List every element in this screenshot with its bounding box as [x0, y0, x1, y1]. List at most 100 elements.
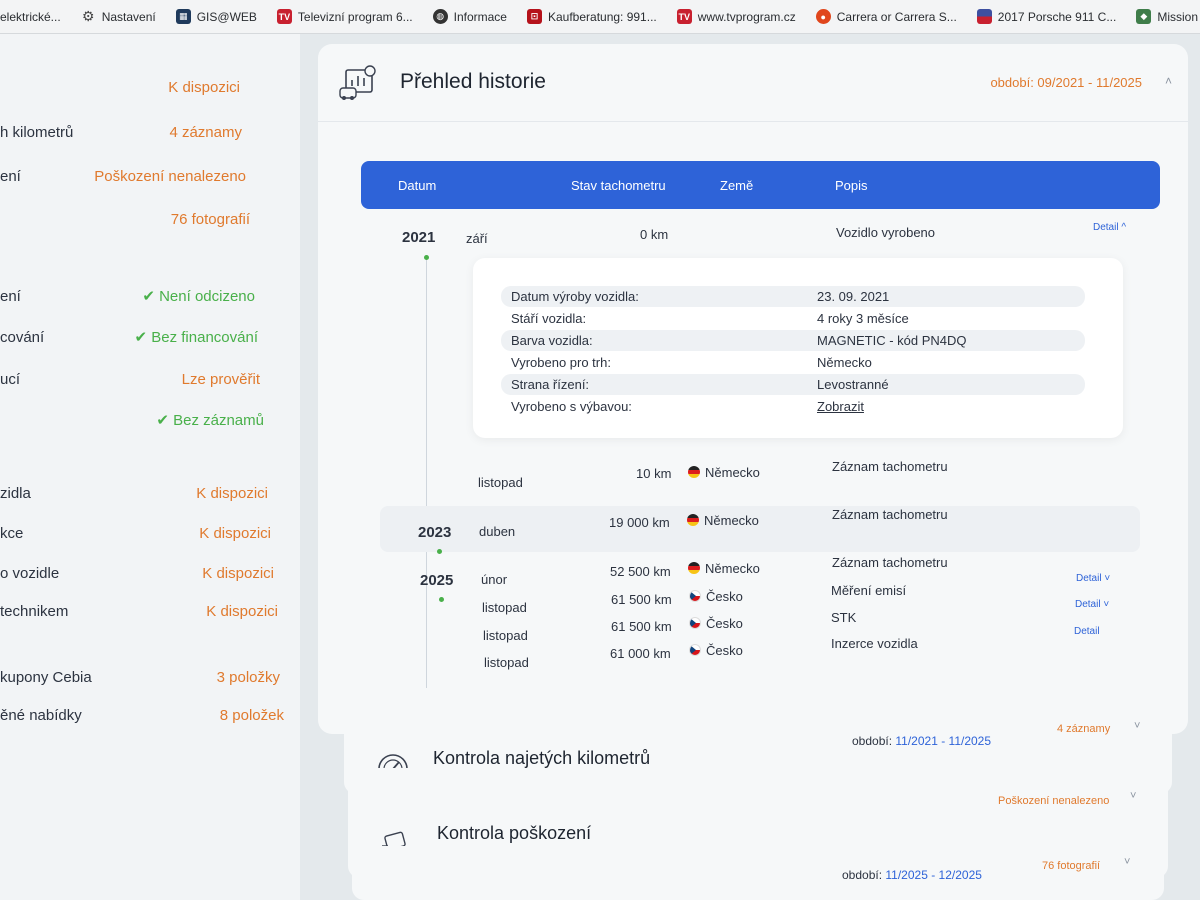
history-table-header: Datum Stav tachometru Země Popis: [361, 161, 1160, 209]
entry-year: 2025: [420, 572, 454, 589]
bookmark-label: Carrera or Carrera S...: [836, 9, 957, 24]
entry-country: Německo: [688, 465, 760, 480]
summary-row[interactable]: ucí Lze prověřit: [0, 366, 300, 392]
summary-row[interactable]: zidla K dispozici: [0, 480, 300, 506]
summary-row[interactable]: technikem K dispozici: [0, 598, 300, 624]
check-icon: ✔: [156, 412, 169, 429]
check-icon: ✔: [142, 288, 155, 305]
section-photos[interactable]: období: 11/2025 - 12/2025 76 fotografií …: [352, 846, 1164, 900]
detail-toggle-button[interactable]: Detail ˅: [1076, 573, 1110, 584]
summary-value: 4 záznamy: [169, 123, 242, 141]
bookmark-kaufberatung[interactable]: ⊡ Kaufberatung: 991...: [517, 0, 667, 33]
entry-year: 2023: [418, 524, 452, 541]
entry-km: 61 000 km: [610, 646, 671, 661]
report-summary-sidebar: K dispozici h kilometrů 4 záznamy ení Po…: [0, 34, 300, 900]
entry-month: duben: [479, 524, 516, 539]
bookmark-label: GIS@WEB: [196, 9, 257, 24]
entry-year: 2021: [402, 229, 436, 246]
bookmark-label: Kaufberatung: 991...: [547, 9, 657, 24]
summary-row[interactable]: cování ✔ Bez financování: [0, 324, 300, 350]
czech-flag-icon: [689, 644, 701, 656]
summary-value: K dispozici: [168, 78, 240, 96]
czech-flag-icon: [689, 617, 701, 629]
summary-row[interactable]: kce K dispozici: [0, 520, 300, 546]
section-meta: 4 záznamy: [1057, 723, 1111, 735]
timeline-dot: [437, 549, 442, 554]
car-icon: ⊡: [526, 9, 542, 24]
summary-row[interactable]: h kilometrů 4 záznamy: [0, 119, 300, 145]
entry-month: listopad: [484, 655, 529, 670]
column-description: Popis: [835, 178, 868, 193]
entry-country: Česko: [689, 643, 743, 658]
reddit-icon: ●: [815, 9, 831, 24]
entry-description: Vozidlo vyrobeno: [836, 225, 936, 240]
germany-flag-icon: [688, 466, 700, 478]
bookmark-tvprogram[interactable]: TV www.tvprogram.cz: [667, 0, 806, 33]
germany-flag-icon: [687, 514, 699, 526]
history-panel: Přehled historie období: 09/2021 - 11/20…: [318, 44, 1188, 734]
history-icon: [339, 65, 376, 100]
bookmark-label: elektrické...: [0, 9, 61, 24]
column-country: Země: [720, 178, 754, 193]
summary-value: K dispozici: [199, 524, 271, 542]
summary-row[interactable]: ✔ Bez záznamů: [0, 407, 300, 433]
bookmark-porsche[interactable]: 2017 Porsche 911 C...: [967, 0, 1127, 33]
entry-month: listopad: [478, 475, 523, 490]
summary-row[interactable]: 76 fotografií: [0, 206, 300, 232]
summary-row[interactable]: kupony Cebia 3 položky: [0, 664, 300, 690]
bookmark-informace[interactable]: ◍ Informace: [423, 0, 517, 33]
summary-value: 8 položek: [219, 706, 284, 724]
detail-toggle-button[interactable]: Detail: [1074, 626, 1100, 637]
vehicle-detail-card: Datum výroby vozidla: 23. 09. 2021 Stáří…: [473, 258, 1123, 438]
bookmark-nastaveni[interactable]: ⚙ Nastavení: [71, 0, 166, 33]
czech-flag-icon: [689, 590, 701, 602]
leaf-icon: ◆: [1136, 9, 1152, 24]
entry-month: únor: [481, 572, 508, 587]
entry-description: Záznam tachometru: [832, 555, 948, 570]
bookmark-televizni-program[interactable]: TV Televizní program 6...: [267, 0, 423, 33]
entry-km: 61 500 km: [611, 592, 672, 607]
entry-km: 52 500 km: [610, 564, 671, 579]
bookmark-elektricke[interactable]: elektrické...: [0, 0, 71, 33]
section-title: Kontrola poškození: [437, 823, 592, 843]
chevron-up-icon[interactable]: ˄: [1165, 74, 1172, 88]
timeline-dot: [424, 255, 429, 260]
detail-toggle-button[interactable]: Detail ^: [1093, 222, 1126, 233]
entry-country: Česko: [689, 589, 743, 604]
bookmark-gisweb[interactable]: ▦ GIS@WEB: [166, 0, 267, 33]
entry-description: Inzerce vozidla: [831, 636, 918, 651]
entry-description: Záznam tachometru: [832, 459, 948, 474]
summary-value: 3 položky: [216, 668, 280, 686]
summary-row[interactable]: o vozidle K dispozici: [0, 560, 300, 586]
bookmark-label: Mission EP1-KP use...: [1157, 9, 1200, 24]
chevron-down-icon[interactable]: ˅: [1124, 856, 1130, 868]
detail-row: Datum výroby vozidla: 23. 09. 2021: [501, 286, 1085, 307]
chevron-down-icon[interactable]: ˅: [1134, 720, 1140, 732]
detail-row: Vyrobeno s výbavou: Zobrazit: [511, 399, 864, 414]
entry-description: Záznam tachometru: [832, 507, 948, 522]
summary-row[interactable]: K dispozici: [0, 74, 300, 100]
summary-value: K dispozici: [196, 484, 268, 502]
bookmark-mission[interactable]: ◆ Mission EP1-KP use...: [1126, 0, 1200, 33]
bookmark-label: Informace: [453, 9, 507, 24]
summary-value: K dispozici: [202, 564, 274, 582]
entry-km: 0 km: [640, 227, 669, 242]
summary-row[interactable]: ěné nabídky 8 položek: [0, 702, 300, 728]
section-title: Kontrola najetých kilometrů: [433, 748, 651, 768]
summary-row[interactable]: ení Poškození nenalezeno: [0, 163, 300, 189]
equipment-link[interactable]: Zobrazit: [817, 399, 864, 414]
entry-month: listopad: [482, 600, 527, 615]
history-header[interactable]: Přehled historie období: 09/2021 - 11/20…: [318, 44, 1188, 122]
detail-row: Strana řízení: Levostranné: [501, 374, 1085, 395]
section-meta: 76 fotografií: [1042, 860, 1101, 872]
entry-km: 61 500 km: [611, 619, 672, 634]
history-period: období: 09/2021 - 11/2025: [990, 75, 1142, 90]
summary-row[interactable]: ení ✔ Není odcizeno: [0, 283, 300, 309]
chevron-down-icon[interactable]: ˅: [1130, 790, 1136, 802]
tv-icon: TV: [276, 9, 292, 24]
detail-toggle-button[interactable]: Detail ˅: [1075, 599, 1109, 610]
gis-icon: ▦: [175, 9, 191, 24]
section-period: období: 11/2025 - 12/2025: [842, 868, 982, 882]
bookmark-carrera[interactable]: ● Carrera or Carrera S...: [806, 0, 967, 33]
bookmark-label: www.tvprogram.cz: [697, 9, 796, 24]
